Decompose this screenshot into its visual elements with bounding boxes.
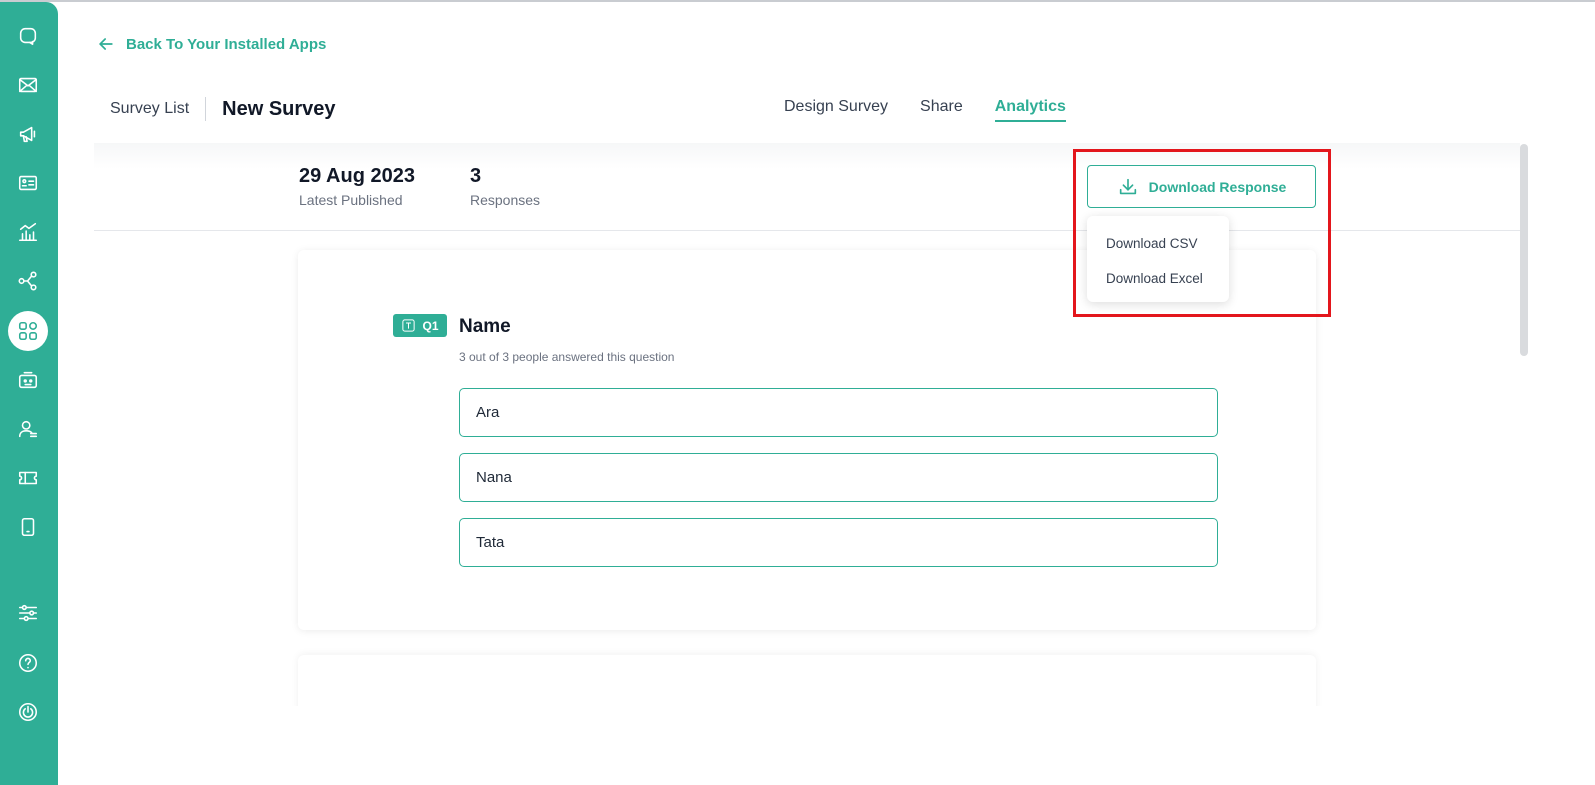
answer-item: Tata <box>459 518 1218 567</box>
window-top-border <box>0 0 1595 2</box>
tab-design-survey[interactable]: Design Survey <box>784 98 888 122</box>
power-icon[interactable] <box>8 692 48 732</box>
settings-sliders-icon[interactable] <box>8 593 48 633</box>
apps-icon[interactable] <box>8 311 48 351</box>
share-flow-icon[interactable] <box>8 261 48 301</box>
question-answer-count: 3 out of 3 people answered this question <box>459 350 675 364</box>
answer-item: Nana <box>459 453 1218 502</box>
annotation-highlight-box <box>1073 149 1331 317</box>
responses-count: 3 <box>470 165 482 187</box>
user-list-icon[interactable] <box>8 409 48 449</box>
analytics-icon[interactable] <box>8 212 48 252</box>
survey-list-link[interactable]: Survey List <box>110 100 189 118</box>
text-question-icon <box>402 319 416 332</box>
scrollbar[interactable] <box>1520 144 1528 356</box>
sidebar <box>0 2 58 785</box>
tab-share[interactable]: Share <box>920 98 963 122</box>
breadcrumb: Survey List New Survey <box>110 96 336 122</box>
page-title: New Survey <box>222 97 336 120</box>
mail-icon[interactable] <box>8 65 48 105</box>
bot-icon[interactable] <box>8 360 48 400</box>
answer-item: Ara <box>459 388 1218 437</box>
chat-icon[interactable] <box>8 16 48 56</box>
back-link[interactable]: Back To Your Installed Apps <box>96 34 326 54</box>
published-label: Latest Published <box>299 192 403 208</box>
help-icon[interactable] <box>8 643 48 683</box>
arrow-left-icon <box>99 38 113 50</box>
ticket-icon[interactable] <box>8 458 48 498</box>
page-bottom <box>58 706 1595 785</box>
stat-responses: 3 Responses <box>470 165 540 208</box>
survey-tabs: Design Survey Share Analytics <box>784 98 1066 122</box>
responses-label: Responses <box>470 192 541 208</box>
back-link-label: Back To Your Installed Apps <box>126 35 327 53</box>
published-date: 29 Aug 2023 <box>299 165 415 187</box>
megaphone-icon[interactable] <box>8 114 48 154</box>
stat-published: 29 Aug 2023 Latest Published <box>299 165 415 208</box>
question-number: Q1 <box>422 318 439 333</box>
question-title: Name <box>459 316 511 337</box>
contact-card-icon[interactable] <box>8 163 48 203</box>
breadcrumb-divider <box>205 97 207 121</box>
tab-analytics[interactable]: Analytics <box>994 98 1066 122</box>
mobile-icon[interactable] <box>8 507 48 547</box>
question-badge: Q1 <box>393 314 447 337</box>
